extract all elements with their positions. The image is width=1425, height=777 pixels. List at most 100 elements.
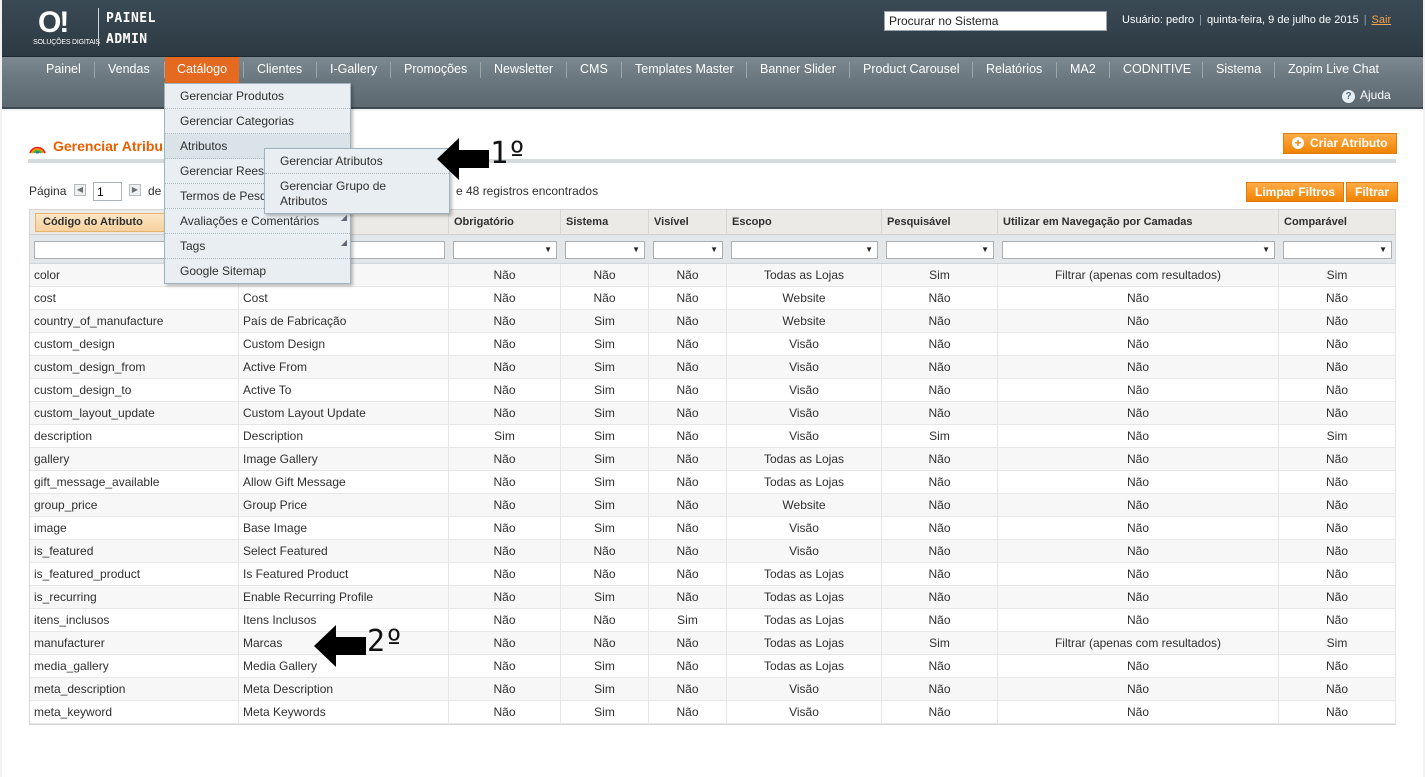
logout-link[interactable]: Sair: [1372, 14, 1392, 26]
next-page-icon[interactable]: ▶: [129, 184, 141, 196]
nav-item-cat-logo[interactable]: Catálogo: [165, 57, 240, 84]
table-cell: Select Featured: [239, 540, 449, 563]
filter-select-4[interactable]: [653, 241, 723, 259]
nav-item-templates-master[interactable]: Templates Master: [635, 57, 734, 81]
table-row[interactable]: country_of_manufacture País de Fabricação…: [30, 310, 1396, 333]
table-cell: Não: [649, 425, 727, 448]
nav-item-i-gallery[interactable]: I-Gallery: [330, 57, 377, 81]
filter-select-5[interactable]: [731, 241, 878, 259]
nav-item-codnitive[interactable]: CODNITIVE: [1123, 57, 1191, 81]
table-row[interactable]: meta_description Meta Description Não Sim Nã…: [30, 678, 1396, 701]
table-cell: Sim: [561, 402, 649, 425]
table-cell: Não: [561, 264, 649, 287]
table-cell: Não: [998, 425, 1279, 448]
table-cell: gift_message_available: [30, 471, 239, 494]
filter-select-8[interactable]: [1283, 241, 1392, 259]
table-row[interactable]: gallery Image Gallery Não Sim Não Todas as Lo…: [30, 448, 1396, 471]
table-cell: Sim: [561, 678, 649, 701]
filter-select-2[interactable]: [453, 241, 557, 259]
table-row[interactable]: cost Cost Não Não Não Website Não Não Não: [30, 287, 1396, 310]
table-row[interactable]: description Description Sim Sim Não Visão Sim N…: [30, 425, 1396, 448]
filter-select-3[interactable]: [565, 241, 645, 259]
attributes-submenu: Gerenciar Atributos Gerenciar Grupo de At…: [264, 148, 450, 214]
table-row[interactable]: custom_design_from Active From Não Sim Não Vi…: [30, 356, 1396, 379]
table-row[interactable]: is_recurring Enable Recurring Profile Não S…: [30, 586, 1396, 609]
username-label: Usuário: pedro: [1122, 14, 1195, 26]
column-header-6[interactable]: Pesquisável: [882, 210, 998, 235]
filter-select-6[interactable]: [886, 241, 994, 259]
table-cell: Não: [882, 494, 998, 517]
column-header-3[interactable]: Sistema: [561, 210, 649, 235]
catalog-menu-item[interactable]: Google Sitemap: [165, 259, 350, 284]
table-cell: Não: [998, 609, 1279, 632]
table-cell: Não: [882, 287, 998, 310]
nav-item-ma2[interactable]: MA2: [1070, 57, 1096, 81]
table-cell: Não: [1279, 471, 1396, 494]
table-row[interactable]: is_featured Select Featured Não Não Não Visão…: [30, 540, 1396, 563]
logo-subtitle: SOLUÇÕES DIGITAIS: [33, 39, 100, 46]
column-header-8[interactable]: Comparável: [1279, 210, 1396, 235]
table-cell: Todas as Lojas: [727, 632, 882, 655]
table-cell: Sim: [1279, 425, 1396, 448]
table-cell: Não: [882, 310, 998, 333]
logo-mark: O!: [38, 6, 69, 39]
submenu-manage-attribute-sets[interactable]: Gerenciar Grupo de Atributos: [265, 174, 449, 214]
nav-item-promo-es[interactable]: Promoções: [404, 57, 467, 81]
table-cell: Não: [1279, 310, 1396, 333]
table-cell: manufacturer: [30, 632, 239, 655]
nav-item-zopim-live-chat[interactable]: Zopim Live Chat: [1288, 57, 1379, 81]
table-row[interactable]: itens_inclusos Itens Inclusos Não Não Sim Tod…: [30, 609, 1396, 632]
table-row[interactable]: manufacturer Marcas Não Não Não Todas as Loja…: [30, 632, 1396, 655]
filter-select-7[interactable]: [1002, 241, 1275, 259]
table-cell: Não: [882, 586, 998, 609]
table-row[interactable]: gift_message_available Allow Gift Message…: [30, 471, 1396, 494]
column-header-7[interactable]: Utilizar em Navegação por Camadas: [998, 210, 1279, 235]
catalog-menu-label: Avaliações e Comentários: [180, 214, 320, 228]
table-cell: Website: [727, 310, 882, 333]
help-icon: ?: [1342, 90, 1355, 103]
table-row[interactable]: custom_design Custom Design Não Sim Não Visão…: [30, 333, 1396, 356]
table-row[interactable]: media_gallery Media Gallery Não Sim Não Todas…: [30, 655, 1396, 678]
column-header-5[interactable]: Escopo: [727, 210, 882, 235]
column-header-4[interactable]: Visível: [649, 210, 727, 235]
company-logo[interactable]: O! SOLUÇÕES DIGITAIS: [33, 6, 100, 48]
nav-item-vendas[interactable]: Vendas: [108, 57, 150, 81]
table-cell: Não: [1279, 586, 1396, 609]
global-search-input[interactable]: [884, 11, 1107, 31]
table-row[interactable]: is_featured_product Is Featured Product Nã…: [30, 563, 1396, 586]
table-row[interactable]: meta_keyword Meta Keywords Não Sim Não Visão N…: [30, 701, 1396, 724]
nav-item-newsletter[interactable]: Newsletter: [494, 57, 553, 81]
table-cell: Custom Design: [239, 333, 449, 356]
search-filter-button[interactable]: Filtrar: [1346, 182, 1399, 202]
help-link[interactable]: ? Ajuda: [1342, 88, 1391, 103]
nav-item-sistema[interactable]: Sistema: [1216, 57, 1261, 81]
table-cell: Visão: [727, 425, 882, 448]
nav-item-cms[interactable]: CMS: [580, 57, 608, 81]
table-cell: Não: [882, 678, 998, 701]
reset-filter-button[interactable]: Limpar Filtros: [1246, 182, 1345, 202]
nav-item-banner-slider[interactable]: Banner Slider: [760, 57, 836, 81]
table-cell: Não: [449, 517, 561, 540]
nav-item-painel[interactable]: Painel: [46, 57, 81, 81]
nav-item-product-carousel[interactable]: Product Carousel: [863, 57, 960, 81]
catalog-menu-item[interactable]: Tags ◢: [165, 234, 350, 259]
create-attribute-button[interactable]: + Criar Atributo: [1283, 133, 1397, 154]
table-row[interactable]: custom_layout_update Custom Layout Update…: [30, 402, 1396, 425]
catalog-menu-item[interactable]: Gerenciar Categorias: [165, 109, 350, 134]
table-row[interactable]: group_price Group Price Não Sim Não Website Nã…: [30, 494, 1396, 517]
catalog-menu-label: Tags: [180, 239, 206, 253]
table-cell: Não: [561, 632, 649, 655]
nav-item-clientes[interactable]: Clientes: [257, 57, 302, 81]
catalog-menu-item[interactable]: Gerenciar Produtos: [165, 84, 350, 109]
table-cell: Não: [998, 494, 1279, 517]
table-cell: custom_design: [30, 333, 239, 356]
table-cell: description: [30, 425, 239, 448]
column-header-2[interactable]: Obrigatório: [449, 210, 561, 235]
prev-page-icon[interactable]: ◀: [74, 184, 86, 196]
table-row[interactable]: custom_design_to Active To Não Sim Não Visão N…: [30, 379, 1396, 402]
nav-item-relat-rios[interactable]: Relatórios: [986, 57, 1042, 81]
table-cell: Base Image: [239, 517, 449, 540]
page-number-input[interactable]: [93, 182, 122, 201]
table-row[interactable]: image Base Image Não Sim Não Visão Não Não Não: [30, 517, 1396, 540]
submenu-manage-attributes[interactable]: Gerenciar Atributos: [265, 149, 449, 174]
